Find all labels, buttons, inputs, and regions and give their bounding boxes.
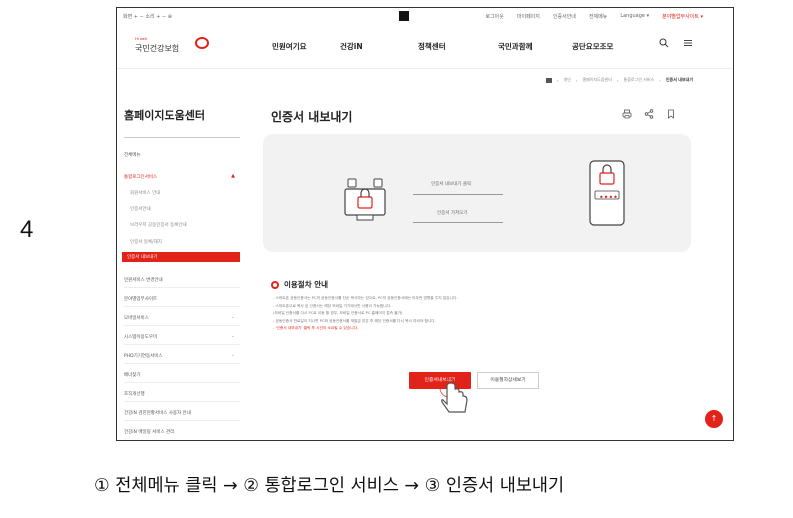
chevron-down-icon[interactable]: ⌄ <box>231 352 235 358</box>
step-number: 4 <box>20 216 34 243</box>
certificate-guide-link[interactable]: 인증서안내 <box>553 13 576 20</box>
sidebar-item-all-menu[interactable]: 전체메뉴 <box>124 152 141 158</box>
chevron-down-icon[interactable]: ⌄ <box>231 333 235 339</box>
sidebar-row-divider <box>124 287 240 288</box>
procedure-line: (모바일 인증서를 다시 PC로 이동 할 경우, 모바일 인증서로 PC 홈페… <box>273 311 403 316</box>
gnb-item-about[interactable]: 공단요모조모 <box>572 41 632 52</box>
procedure-line: - 공동인증서 만료일이 지나면 PC와 공동인증서를 재발급 받은 후 해당 … <box>273 318 436 323</box>
procedure-title: 이용절차 안내 <box>271 279 328 290</box>
sidebar-item-business-sites[interactable]: 분야별업무사이트 <box>124 296 157 302</box>
gnb-icons <box>659 38 693 48</box>
sidebar-title: 홈페이지도움센터 <box>124 109 205 122</box>
sidebar-subitem-cert-export[interactable]: 인증서 내보내기 <box>122 252 240 262</box>
pointer-hand-icon <box>439 378 468 413</box>
step-caption: ① 전체메뉴 클릭 → ② 통합로그인 서비스 → ③ 인증서 내보내기 <box>94 476 565 496</box>
gnb-item-together[interactable]: 국민과함께 <box>498 41 572 52</box>
sidebar-row-divider <box>124 382 240 383</box>
search-icon[interactable] <box>659 38 669 48</box>
share-icon[interactable] <box>644 109 654 119</box>
sidebar-row-divider <box>124 306 240 307</box>
all-menu-link[interactable]: 전체메뉴 <box>589 13 607 20</box>
breadcrumb-sep: › <box>556 77 559 83</box>
procedure-warning: - '인증서 내보내기' 클릭 후 시간이 소요될 수 있습니다. <box>273 326 359 331</box>
sidebar-item-integrated-login[interactable]: 통합로그인서비스 <box>124 174 157 180</box>
breadcrumb-sep: › <box>659 77 661 83</box>
business-sites-select[interactable]: 분야별업무사이트 ▾ <box>662 13 703 20</box>
sidebar-item-civil-change[interactable]: 민원서비스 변경안내 <box>124 277 163 283</box>
sidebar-item-organization[interactable]: 조직개선행 <box>124 391 145 397</box>
arrow-left-icon <box>413 222 503 223</box>
pc-monitor-icon <box>344 178 386 221</box>
sidebar-subitem-member[interactable]: 회원서비스 안내 <box>130 190 160 196</box>
redaction-box <box>399 11 409 21</box>
page-title: 인증서 내보내기 <box>271 110 353 124</box>
gnb-item-policy[interactable]: 정책센터 <box>418 41 498 52</box>
logo-english: Hi well <box>135 36 147 41</box>
sidebar-item-phd[interactable]: PHD기기연동서비스 <box>124 353 163 359</box>
sidebar-item-mobile[interactable]: 모바일서비스 <box>124 315 149 321</box>
sidebar-item-mailing[interactable]: 건강iN 메일링 서비스 관리 <box>124 429 174 435</box>
sidebar-row-divider <box>124 325 240 326</box>
global-navigation: Hi well 국민건강보험 민원여기요 건강iN 정책센터 국민과함께 공단요… <box>117 25 733 69</box>
procedure-line: - 스마트폰 공동인증서는 PC의 공동인증서를 단순 복사하는 것으로, PC… <box>273 296 458 300</box>
logout-link[interactable]: 로그아웃 <box>485 13 503 20</box>
sidebar-row-divider <box>124 420 240 421</box>
breadcrumb-sep: › <box>616 77 619 83</box>
menu-icon[interactable] <box>683 38 693 48</box>
sidebar-subitem-cert-register[interactable]: 인증서 등록/해지 <box>130 239 162 245</box>
export-illustration: 인증서 내보내기 클릭 인증서 가져오기 •••• <box>263 134 691 252</box>
procedure-line: - 스마트폰으로 복사 된 인증서는 해당 모바일 기기에서만 사용이 가능합니… <box>273 303 392 308</box>
utility-links: 로그아웃 마이페이지 인증서안내 전체메뉴 Language ▾ 분야별업무사이… <box>485 13 703 20</box>
language-select[interactable]: Language ▾ <box>620 13 649 20</box>
bookmark-icon[interactable] <box>666 109 676 119</box>
logo-korean: 국민건강보험 <box>135 44 180 53</box>
export-click-label: 인증서 내보내기 클릭 <box>431 182 472 187</box>
breadcrumb: › 개인 › 홈페이지도움센터 › 통합로그인 서비스 › 인증서 내보내기 <box>545 77 693 83</box>
chevron-down-icon[interactable]: ⌄ <box>231 314 235 320</box>
print-icon[interactable] <box>622 109 632 119</box>
sidebar-item-banner[interactable]: 배너찾기 <box>124 372 141 378</box>
font-size-controls[interactable]: 화면 + − 소리 + − ⊕ <box>123 13 172 20</box>
website-screenshot: 화면 + − 소리 + − ⊕ 로그아웃 마이페이지 인증서안내 전체메뉴 La… <box>116 7 734 441</box>
breadcrumb-item[interactable]: 개인 <box>563 77 570 83</box>
breadcrumb-sep: › <box>575 77 578 83</box>
import-label: 인증서 가져오기 <box>437 211 468 216</box>
utility-bar: 화면 + − 소리 + − ⊕ 로그아웃 마이페이지 인증서안내 전체메뉴 La… <box>117 8 733 25</box>
home-icon[interactable] <box>545 77 552 83</box>
sidebar-subitem-browser-cert[interactable]: 브라우저 공동인증서 등록안내 <box>130 222 187 228</box>
sidebar: 홈페이지도움센터 전체메뉴 통합로그인서비스 ▲ 회원서비스 안내 인증서안내 … <box>117 91 252 440</box>
procedure-list: - 스마트폰 공동인증서는 PC의 공동인증서를 단순 복사하는 것으로, PC… <box>273 295 673 333</box>
procedure-detail-button[interactable]: 이용절차상세보기 <box>477 372 539 389</box>
sidebar-row-divider <box>124 344 240 345</box>
page-tools <box>622 109 676 119</box>
gnb-item-civil[interactable]: 민원여기요 <box>272 41 340 52</box>
chevron-up-icon[interactable]: ▲ <box>231 173 235 179</box>
logo-mark-icon <box>195 37 209 49</box>
sidebar-row-divider <box>124 401 240 402</box>
sidebar-item-checkup-guide[interactable]: 건강iN 검진현황서비스 사용자 안내 <box>124 410 191 416</box>
sidebar-divider <box>124 137 240 138</box>
sidebar-row-divider <box>124 363 240 364</box>
breadcrumb-item[interactable]: 홈페이지도움센터 <box>582 77 611 83</box>
sidebar-subitem-cert-guide[interactable]: 인증서안내 <box>130 206 151 212</box>
arrow-right-icon <box>413 194 503 195</box>
sidebar-item-system-help[interactable]: 시스템이용도우미 <box>124 334 157 340</box>
procedure-title-text: 이용절차 안내 <box>284 280 329 289</box>
mypage-link[interactable]: 마이페이지 <box>517 13 540 20</box>
bullet-circle-icon <box>271 280 279 289</box>
breadcrumb-item[interactable]: 통합로그인 서비스 <box>624 77 655 83</box>
nhis-logo[interactable]: Hi well 국민건강보험 <box>135 33 215 61</box>
breadcrumb-current: 인증서 내보내기 <box>665 77 693 82</box>
gnb-item-health-in[interactable]: 건강iN <box>340 41 418 52</box>
pin-dots: •••• <box>599 193 618 202</box>
gnb-menu: 민원여기요 건강iN 정책센터 국민과함께 공단요모조모 <box>272 41 632 52</box>
scroll-top-button[interactable]: ↑ <box>705 410 723 428</box>
